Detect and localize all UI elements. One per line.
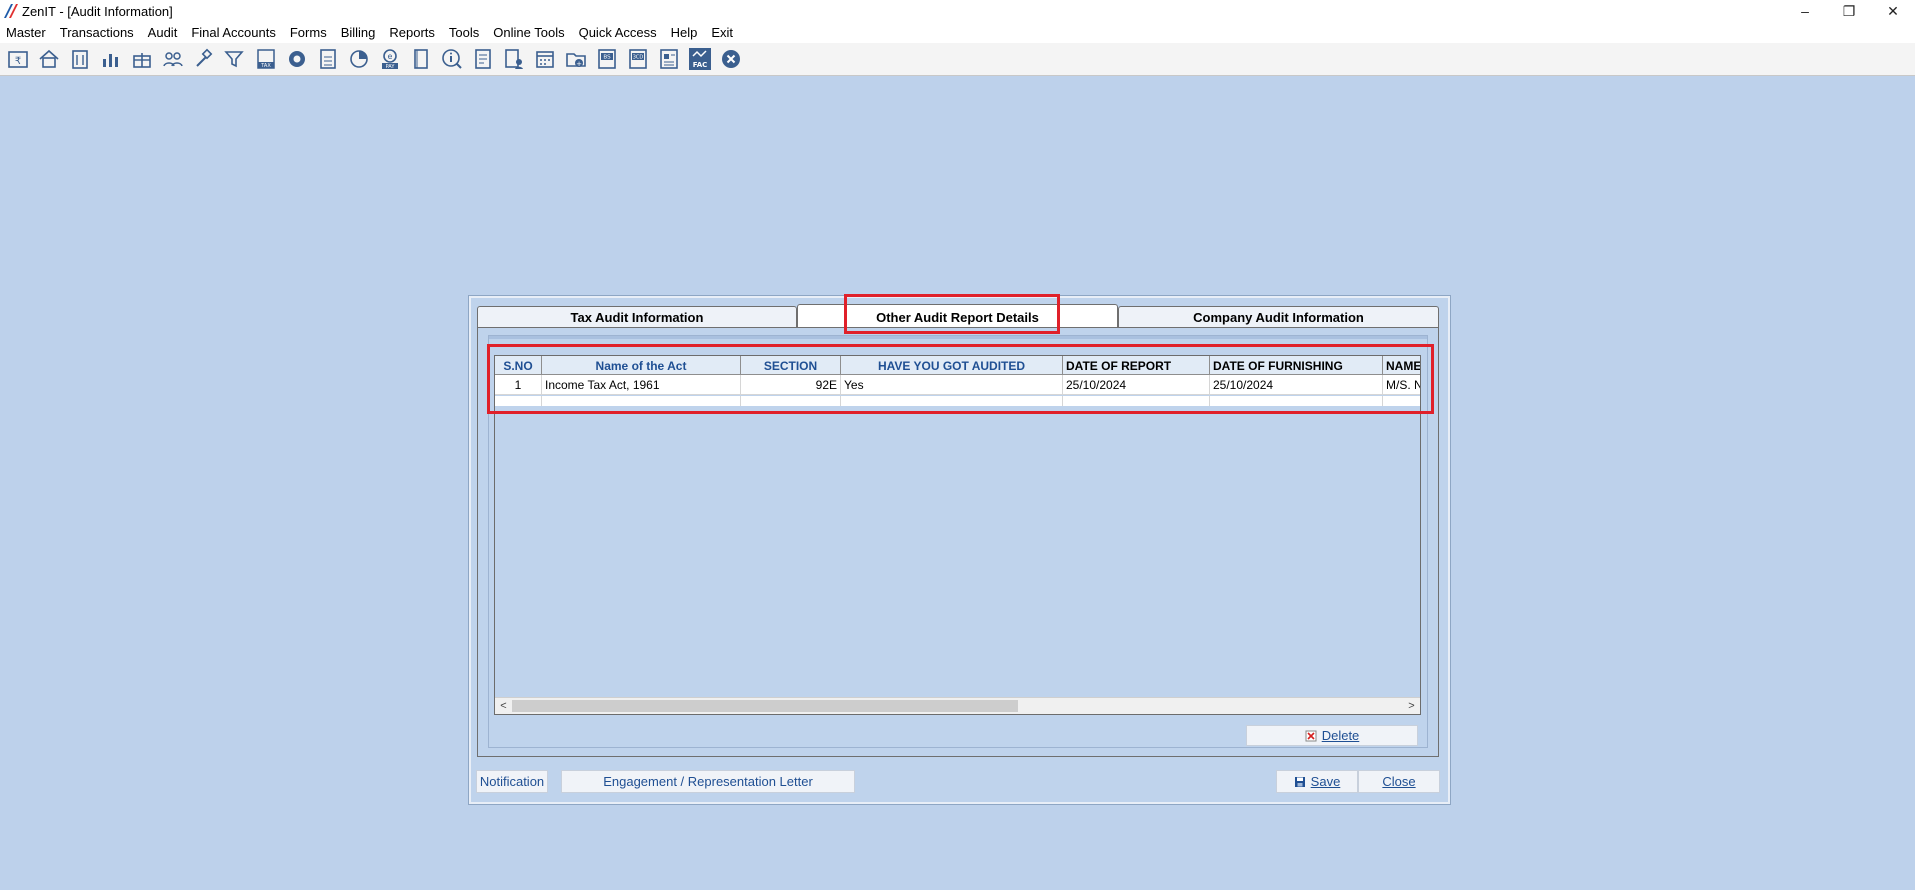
window-controls: – ❐ ✕ — [1783, 0, 1915, 22]
user-doc-icon[interactable] — [498, 45, 529, 73]
empty-cell — [1383, 396, 1420, 406]
tab-tax-audit-information[interactable]: Tax Audit Information — [477, 306, 797, 327]
empty-cell — [1063, 396, 1210, 406]
book-icon[interactable] — [405, 45, 436, 73]
fac-icon[interactable]: FAC — [684, 45, 715, 73]
fac-label: FAC — [692, 61, 707, 69]
audit-report-grid[interactable]: S.NO Name of the Act SECTION HAVE YOU GO… — [494, 355, 1421, 715]
empty-cell — [841, 396, 1063, 406]
menu-billing[interactable]: Billing — [341, 25, 376, 40]
empty-cell — [741, 396, 841, 406]
home-icon[interactable] — [33, 45, 64, 73]
menu-reports[interactable]: Reports — [389, 25, 435, 40]
zenit-logo-icon — [4, 4, 18, 18]
restore-button[interactable]: ❐ — [1827, 0, 1871, 22]
bs-label: BS — [603, 55, 611, 61]
cell-have-you-got-audited[interactable]: Yes — [841, 375, 1063, 394]
building-icon[interactable] — [64, 45, 95, 73]
svg-text:+: + — [576, 60, 582, 68]
3cd-icon[interactable]: 3CD — [622, 45, 653, 73]
menu-help[interactable]: Help — [671, 25, 698, 40]
delete-x-icon — [1305, 730, 1317, 741]
cell-section[interactable]: 92E — [741, 375, 841, 394]
svg-text:e: e — [387, 52, 392, 61]
delete-label: Delete — [1321, 728, 1360, 743]
window-title: ZenIT - [Audit Information] — [22, 4, 173, 19]
menu-audit[interactable]: Audit — [148, 25, 178, 40]
scroll-left-button[interactable]: < — [495, 698, 512, 714]
floppy-disk-icon — [1294, 776, 1305, 787]
cell-name[interactable]: M/S. N — [1383, 375, 1420, 394]
menu-tools[interactable]: Tools — [449, 25, 479, 40]
cell-name-of-act[interactable]: Income Tax Act, 1961 — [542, 375, 741, 394]
save-label: Save — [1310, 774, 1341, 789]
menu-exit[interactable]: Exit — [711, 25, 733, 40]
menu-transactions[interactable]: Transactions — [60, 25, 134, 40]
close-button[interactable]: Close — [1358, 770, 1440, 793]
grid-header: S.NO Name of the Act SECTION HAVE YOU GO… — [495, 356, 1420, 375]
cell-date-of-report[interactable]: 25/10/2024 — [1063, 375, 1210, 394]
minimize-button[interactable]: – — [1783, 0, 1827, 22]
inner-panel: S.NO Name of the Act SECTION HAVE YOU GO… — [488, 335, 1428, 748]
title-bar: ZenIT - [Audit Information] – ❐ ✕ — [0, 0, 1915, 22]
users-icon[interactable] — [157, 45, 188, 73]
tab-other-audit-report-details[interactable]: Other Audit Report Details — [797, 304, 1118, 329]
refresh-circle-icon[interactable] — [281, 45, 312, 73]
col-have-you-got-audited[interactable]: HAVE YOU GOT AUDITED — [841, 356, 1063, 375]
cell-sno[interactable]: 1 — [495, 375, 542, 394]
toolbar: ₹ TAX e PAY + BS 3CD FAC — [0, 43, 1915, 76]
empty-cell — [495, 396, 542, 406]
cell-date-of-furnishing[interactable]: 25/10/2024 — [1210, 375, 1383, 394]
col-date-of-report[interactable]: DATE OF REPORT — [1063, 356, 1210, 375]
horizontal-scrollbar[interactable]: < > — [495, 697, 1420, 714]
engagement-letter-button[interactable]: Engagement / Representation Letter — [561, 770, 855, 793]
menu-quick-access[interactable]: Quick Access — [579, 25, 657, 40]
tax-label: TAX — [260, 63, 271, 69]
tab-panel-other-audit: S.NO Name of the Act SECTION HAVE YOU GO… — [477, 327, 1439, 757]
pie-chart-icon[interactable] — [343, 45, 374, 73]
rupee-book-icon[interactable]: ₹ — [2, 45, 33, 73]
report-icon[interactable] — [653, 45, 684, 73]
calculator-icon[interactable] — [312, 45, 343, 73]
col-date-of-furnishing[interactable]: DATE OF FURNISHING — [1210, 356, 1383, 375]
col-section[interactable]: SECTION — [741, 356, 841, 375]
pay-label: PAY — [385, 64, 395, 70]
menu-forms[interactable]: Forms — [290, 25, 327, 40]
menu-final-accounts[interactable]: Final Accounts — [191, 25, 276, 40]
table-row[interactable]: 1 Income Tax Act, 1961 92E Yes 25/10/202… — [495, 375, 1420, 395]
folder-add-icon[interactable]: + — [560, 45, 591, 73]
close-circle-icon[interactable] — [715, 45, 746, 73]
menu-online-tools[interactable]: Online Tools — [493, 25, 564, 40]
gift-icon[interactable] — [126, 45, 157, 73]
scroll-right-button[interactable]: > — [1403, 698, 1420, 714]
e-pay-icon[interactable]: e PAY — [374, 45, 405, 73]
menu-bar: Master Transactions Audit Final Accounts… — [0, 22, 1915, 43]
notification-button[interactable]: Notification — [476, 770, 548, 793]
calendar-icon[interactable] — [529, 45, 560, 73]
empty-cell — [542, 396, 741, 406]
close-window-button[interactable]: ✕ — [1871, 0, 1915, 22]
info-icon[interactable] — [436, 45, 467, 73]
col-name[interactable]: NAME — [1383, 356, 1420, 375]
tab-company-audit-information[interactable]: Company Audit Information — [1118, 306, 1439, 327]
delete-button[interactable]: Delete — [1246, 725, 1418, 746]
col-sno[interactable]: S.NO — [495, 356, 542, 375]
empty-cell — [1210, 396, 1383, 406]
save-button[interactable]: Save — [1276, 770, 1358, 793]
balance-sheet-icon[interactable]: BS — [591, 45, 622, 73]
close-label: Close — [1382, 774, 1416, 789]
table-row-empty[interactable] — [495, 396, 1420, 406]
svg-text:₹: ₹ — [14, 56, 20, 67]
filter-icon[interactable] — [219, 45, 250, 73]
audit-information-dialog: Tax Audit Information Other Audit Report… — [468, 295, 1451, 805]
gavel-icon[interactable] — [188, 45, 219, 73]
bar-chart-icon[interactable] — [95, 45, 126, 73]
tax-calculator-icon[interactable]: TAX — [250, 45, 281, 73]
ledger-icon[interactable] — [467, 45, 498, 73]
3cd-label: 3CD — [632, 55, 643, 61]
scroll-thumb[interactable] — [512, 700, 1018, 712]
menu-master[interactable]: Master — [6, 25, 46, 40]
col-name-of-act[interactable]: Name of the Act — [542, 356, 741, 375]
